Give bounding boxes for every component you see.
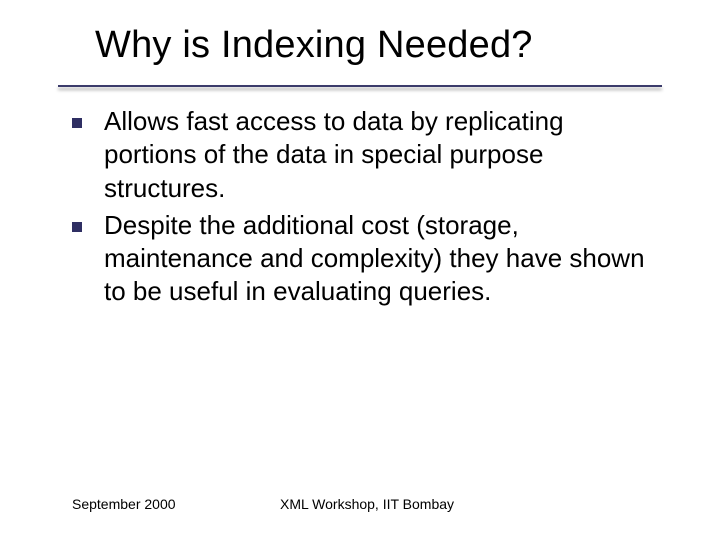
list-item: Allows fast access to data by replicatin… bbox=[72, 105, 662, 205]
slide-body: Allows fast access to data by replicatin… bbox=[72, 105, 662, 313]
slide: Why is Indexing Needed? Allows fast acce… bbox=[0, 0, 720, 540]
square-bullet-icon bbox=[72, 118, 82, 128]
title-underline bbox=[58, 85, 662, 87]
footer-date: September 2000 bbox=[72, 496, 176, 512]
title-area: Why is Indexing Needed? bbox=[95, 24, 655, 67]
bullet-text: Allows fast access to data by replicatin… bbox=[104, 105, 662, 205]
slide-title: Why is Indexing Needed? bbox=[95, 24, 655, 67]
square-bullet-icon bbox=[72, 222, 82, 232]
bullet-text: Despite the additional cost (storage, ma… bbox=[104, 209, 662, 309]
footer-venue: XML Workshop, IIT Bombay bbox=[280, 496, 454, 512]
list-item: Despite the additional cost (storage, ma… bbox=[72, 209, 662, 309]
